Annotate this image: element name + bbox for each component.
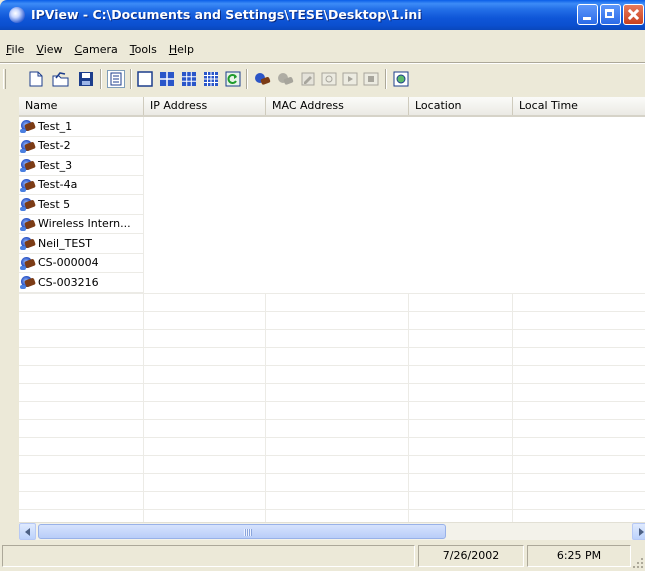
status-date: 7/26/2002: [418, 545, 524, 567]
menu-view[interactable]: View: [30, 40, 68, 60]
empty-grid-lines: [19, 293, 645, 522]
toolbar-separator: [246, 69, 248, 89]
title-bar[interactable]: IPView - C:\Documents and Settings\TESE\…: [0, 0, 645, 30]
sixteen-view-icon[interactable]: [202, 70, 220, 88]
new-file-icon[interactable]: [27, 70, 45, 88]
app-window: IPView - C:\Documents and Settings\TESE\…: [0, 0, 645, 571]
menu-bar: File View Camera Tools Help: [0, 40, 200, 60]
ipview-app-icon[interactable]: [9, 7, 25, 23]
menu-file[interactable]: File: [0, 40, 30, 60]
minimize-button[interactable]: [577, 4, 598, 25]
nine-view-icon[interactable]: [180, 70, 198, 88]
status-message-panel: [2, 545, 415, 567]
refresh-icon[interactable]: [224, 70, 242, 88]
single-view-icon[interactable]: [136, 70, 154, 88]
status-time: 6:25 PM: [527, 545, 631, 567]
disconnect-camera-icon[interactable]: [276, 70, 294, 88]
maximize-button[interactable]: [600, 4, 621, 25]
scroll-grip: [244, 529, 252, 536]
scroll-thumb[interactable]: [38, 524, 446, 539]
scroll-left-arrow-icon[interactable]: [19, 523, 36, 540]
toolbar-grip[interactable]: [3, 69, 6, 89]
menu-camera[interactable]: Camera: [69, 40, 124, 60]
scroll-right-arrow-icon[interactable]: [632, 523, 645, 540]
open-folder-icon[interactable]: [52, 70, 70, 88]
quad-view-icon[interactable]: [158, 70, 176, 88]
details-view-icon[interactable]: [107, 70, 125, 88]
menu-view-accel: V: [36, 43, 44, 56]
menu-help-label: elp: [177, 43, 194, 56]
about-icon[interactable]: [392, 70, 410, 88]
play-icon[interactable]: [341, 70, 359, 88]
toolbar: [0, 66, 645, 92]
menu-help-accel: H: [168, 43, 178, 56]
menu-divider: [0, 62, 645, 64]
menu-file-label: ile: [11, 43, 25, 56]
snapshot-icon[interactable]: [320, 70, 338, 88]
menu-help[interactable]: Help: [163, 40, 200, 60]
horizontal-scrollbar[interactable]: [19, 522, 645, 540]
menu-view-label: iew: [43, 43, 63, 56]
toolbar-separator: [385, 69, 387, 89]
resize-grip-icon[interactable]: [632, 557, 644, 569]
status-bar: 7/26/2002 6:25 PM: [0, 541, 645, 571]
menu-tools-label: ools: [134, 43, 157, 56]
toolbar-separator: [100, 69, 102, 89]
window-title: IPView - C:\Documents and Settings\TESE\…: [31, 7, 422, 22]
save-icon[interactable]: [77, 70, 95, 88]
menu-camera-label: amera: [82, 43, 118, 56]
camera-list-view[interactable]: Name IP Address MAC Address Location Loc…: [19, 97, 645, 522]
close-button[interactable]: [623, 4, 644, 25]
properties-icon[interactable]: [299, 70, 317, 88]
toolbar-separator: [130, 69, 132, 89]
menu-tools[interactable]: Tools: [124, 40, 163, 60]
connect-camera-icon[interactable]: [253, 70, 271, 88]
stop-icon[interactable]: [362, 70, 380, 88]
